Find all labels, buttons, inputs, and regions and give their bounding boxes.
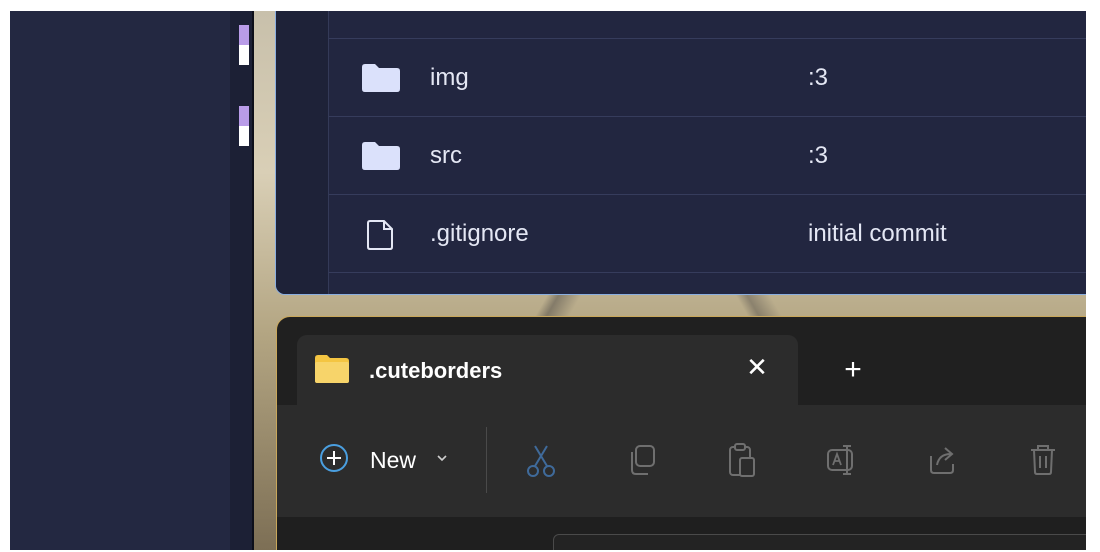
side-strip (230, 11, 252, 550)
address-bar[interactable] (553, 534, 1086, 550)
command-bar: New (277, 405, 1086, 517)
new-tab-button[interactable]: + (838, 355, 868, 385)
folder-icon (315, 355, 349, 383)
new-button[interactable]: New (319, 433, 469, 483)
chevron-down-icon (437, 455, 447, 462)
screen: img :3 src :3 .gitignore initial commit … (10, 11, 1086, 550)
commit-message[interactable]: :3 (808, 141, 828, 171)
file-name[interactable]: .gitignore (430, 219, 529, 249)
table-row[interactable] (329, 11, 1086, 39)
table-row[interactable]: img :3 (329, 39, 1086, 117)
file-explorer-window: .cuteborders ✕ + New (276, 316, 1086, 550)
tab-title: .cuteborders (369, 358, 503, 383)
repo-gutter (276, 11, 329, 294)
file-name[interactable]: src (430, 141, 462, 171)
share-icon[interactable] (923, 440, 963, 480)
delete-icon[interactable] (1023, 440, 1063, 480)
folder-icon (362, 64, 400, 92)
rename-icon[interactable] (823, 440, 863, 480)
cut-icon[interactable] (521, 440, 561, 480)
file-icon (367, 220, 393, 250)
table-row[interactable]: .gitignore initial commit (329, 195, 1086, 273)
file-name[interactable]: img (430, 63, 469, 93)
tab-cuteborders[interactable]: .cuteborders ✕ (297, 335, 798, 405)
repo-file-list-window: img :3 src :3 .gitignore initial commit (275, 11, 1086, 295)
desktop-panel (10, 11, 230, 550)
folder-icon (362, 142, 400, 170)
table-row[interactable]: src :3 (329, 117, 1086, 195)
workspace-marker-2[interactable] (239, 106, 249, 146)
new-button-label: New (370, 447, 417, 473)
explorer-content (277, 517, 1086, 550)
close-icon[interactable]: ✕ (743, 353, 771, 381)
add-circle-icon (320, 444, 348, 472)
toolbar-divider (486, 427, 487, 493)
copy-icon[interactable] (622, 440, 662, 480)
paste-icon[interactable] (722, 440, 762, 480)
commit-message[interactable]: initial commit (808, 219, 947, 249)
commit-message[interactable]: :3 (808, 63, 828, 93)
workspace-marker-1[interactable] (239, 25, 249, 65)
